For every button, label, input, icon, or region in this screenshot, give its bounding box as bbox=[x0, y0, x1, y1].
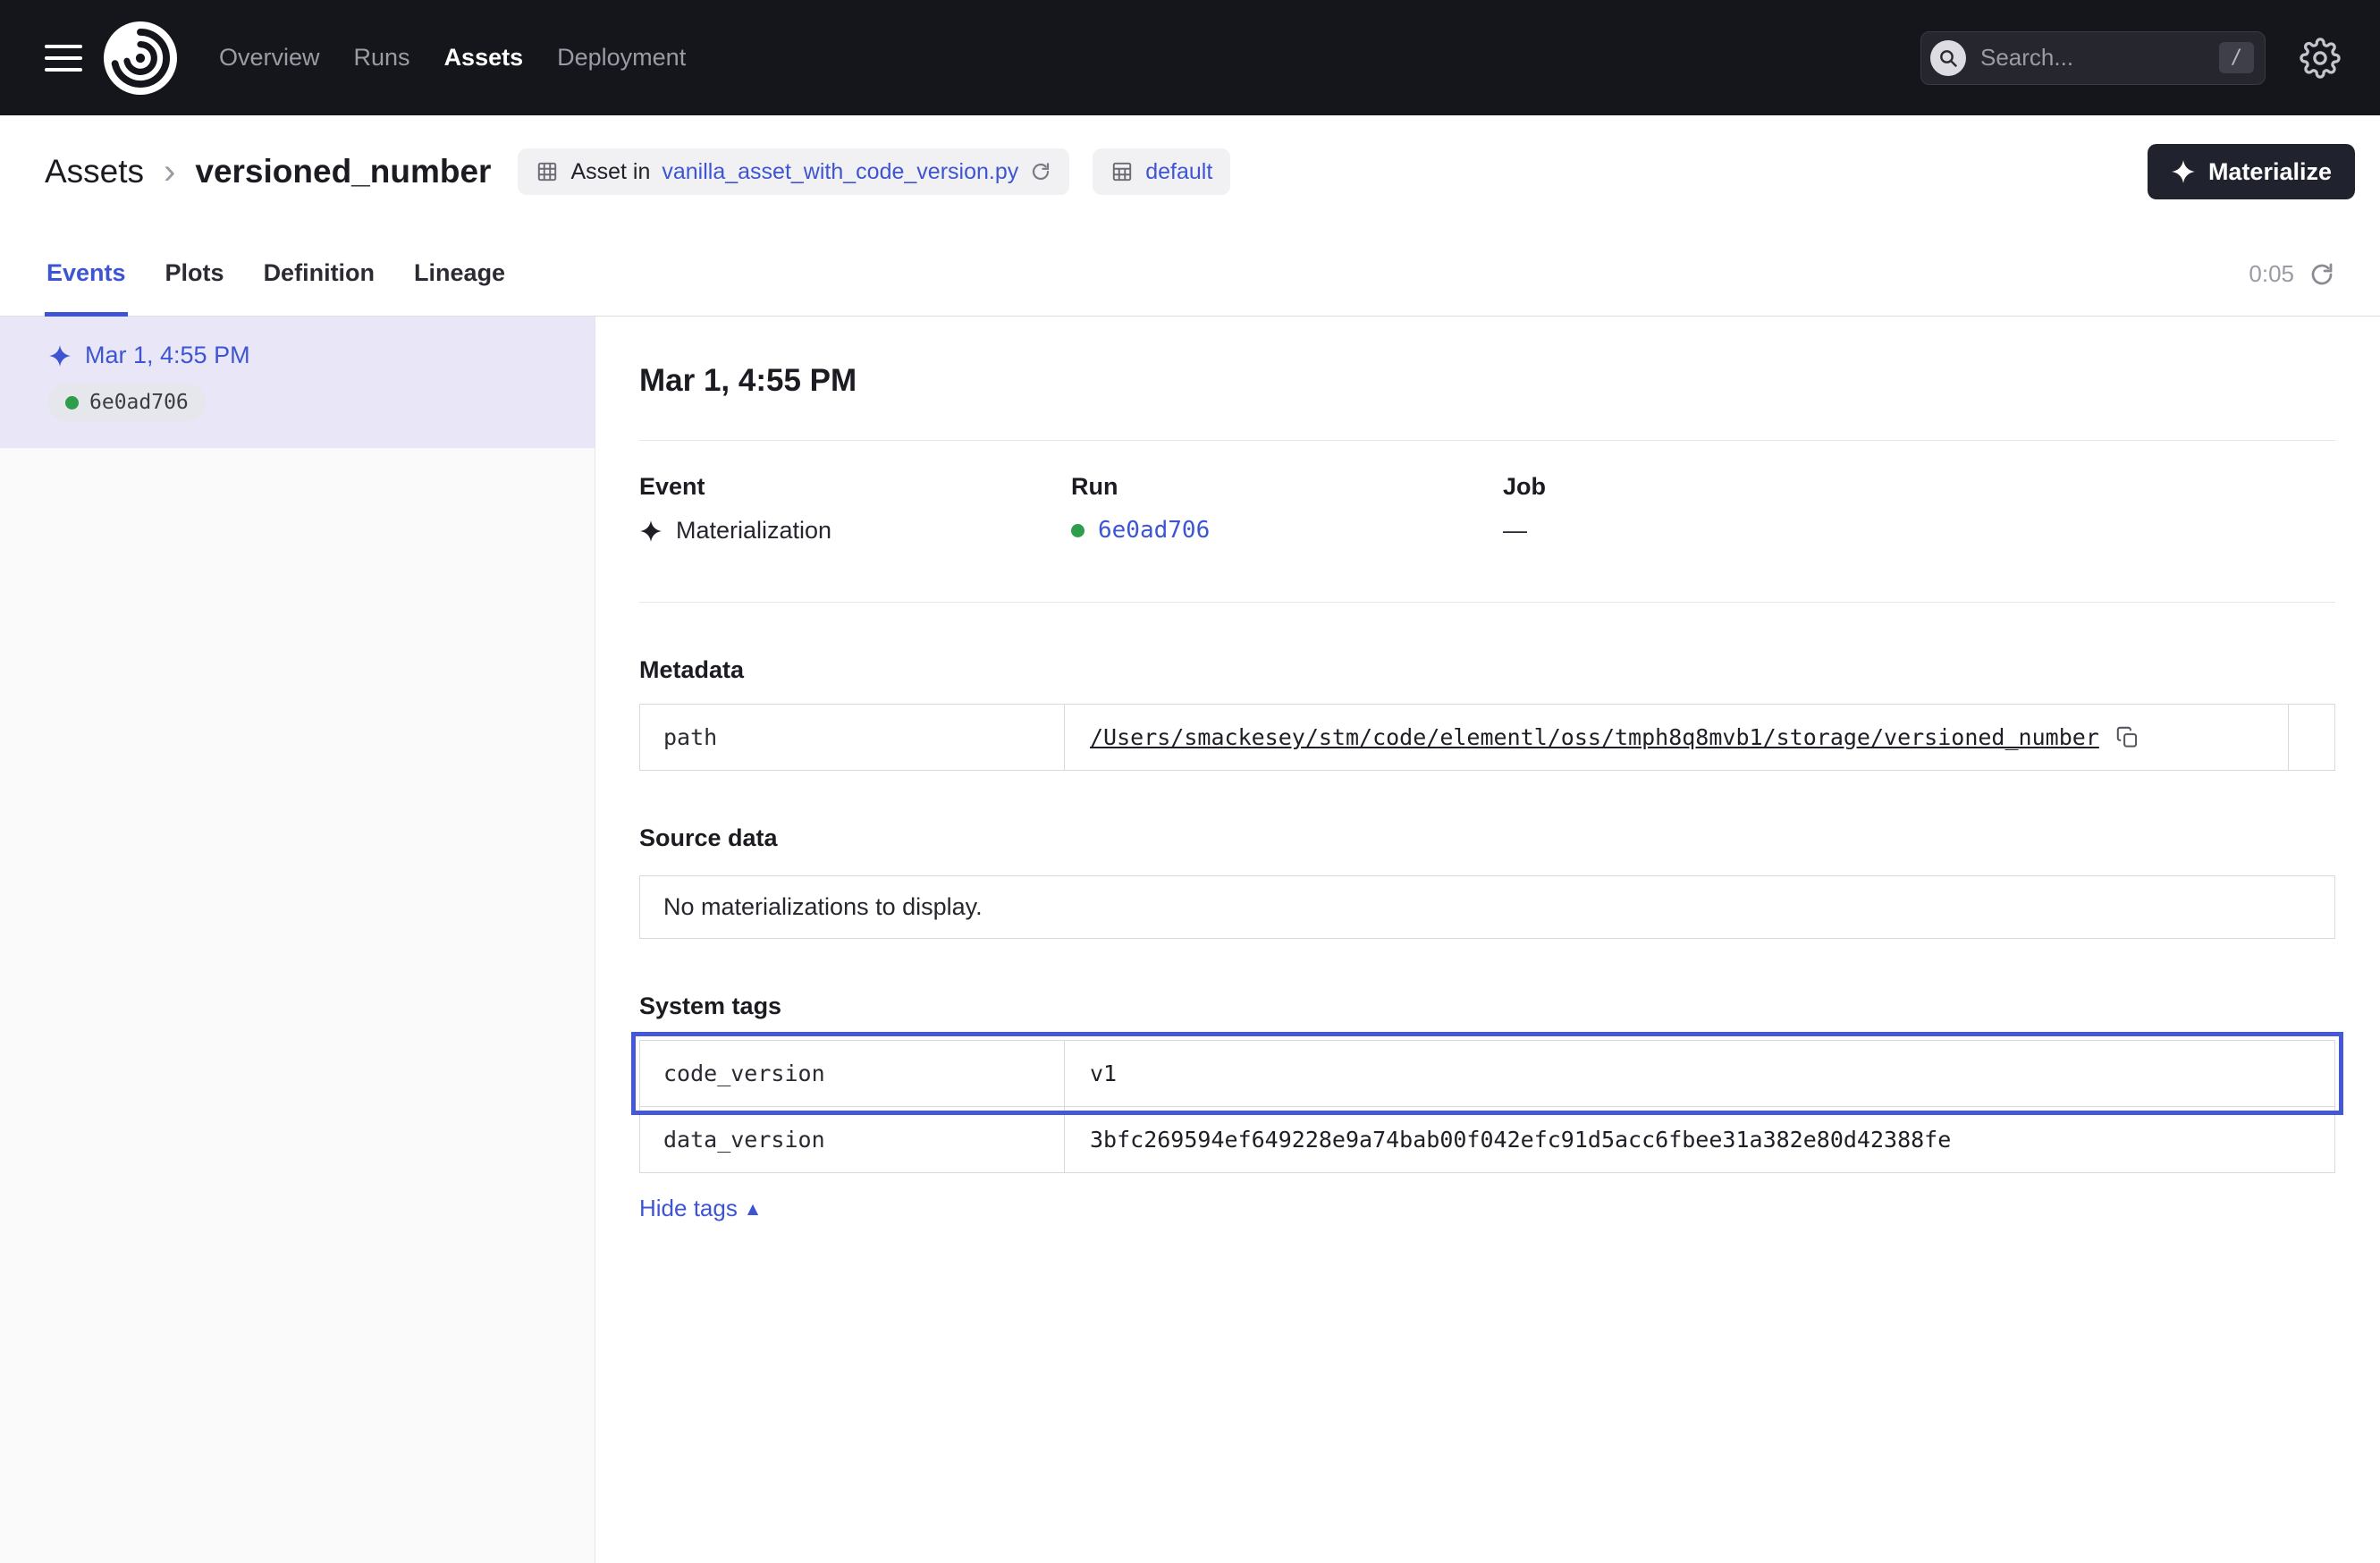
table-icon bbox=[536, 160, 559, 183]
tag-value: 3bfc269594ef649228e9a74bab00f042efc91d5a… bbox=[1065, 1107, 2334, 1172]
event-label: Event bbox=[639, 473, 1071, 501]
search-placeholder: Search... bbox=[1980, 44, 2205, 72]
nav-runs[interactable]: Runs bbox=[352, 38, 412, 77]
copy-icon[interactable] bbox=[2115, 725, 2139, 749]
event-detail-panel: Mar 1, 4:55 PM Event Materialization Run bbox=[595, 317, 2380, 1563]
event-list-item[interactable]: Mar 1, 4:55 PM 6e0ad706 bbox=[0, 317, 595, 448]
tag-key: code_version bbox=[640, 1041, 1065, 1106]
search-icon bbox=[1930, 40, 1966, 76]
tag-row-code-version: code_version v1 bbox=[640, 1041, 2334, 1106]
asset-group-icon bbox=[1110, 160, 1134, 183]
search-input[interactable]: Search... / bbox=[1920, 31, 2266, 85]
nav-deployment[interactable]: Deployment bbox=[555, 38, 688, 77]
page-title: versioned_number bbox=[195, 153, 491, 190]
event-type-value: Materialization bbox=[676, 517, 831, 545]
metadata-heading: Metadata bbox=[639, 656, 2335, 684]
asset-file-link[interactable]: vanilla_asset_with_code_version.py bbox=[662, 159, 1018, 185]
tag-row-data-version: data_version 3bfc269594ef649228e9a74bab0… bbox=[640, 1106, 2334, 1172]
metadata-table: path /Users/smackesey/stm/code/elementl/… bbox=[639, 704, 2335, 771]
event-timestamp: Mar 1, 4:55 PM bbox=[85, 342, 250, 369]
search-shortcut-hint: / bbox=[2219, 42, 2254, 73]
materialization-sparkle-icon bbox=[639, 520, 663, 543]
materialization-sparkle-icon bbox=[48, 344, 72, 368]
job-value: — bbox=[1503, 517, 1527, 545]
dagster-logo[interactable] bbox=[104, 21, 177, 95]
run-label: Run bbox=[1071, 473, 1503, 501]
asset-origin-pill: Asset in vanilla_asset_with_code_version… bbox=[518, 148, 1069, 195]
asset-group-pill: default bbox=[1093, 148, 1230, 195]
asset-origin-prefix: Asset in bbox=[570, 159, 650, 185]
system-tags-heading: System tags bbox=[639, 993, 2335, 1020]
system-tags-table: code_version v1 data_version 3bfc269594e… bbox=[639, 1040, 2335, 1173]
source-data-empty-state: No materializations to display. bbox=[639, 875, 2335, 939]
nav-overview[interactable]: Overview bbox=[217, 38, 322, 77]
hamburger-menu-icon[interactable] bbox=[45, 45, 82, 72]
empty-state-text: No materializations to display. bbox=[663, 893, 983, 920]
materialize-button[interactable]: Materialize bbox=[2148, 144, 2355, 199]
run-id-tag[interactable]: 6e0ad706 bbox=[48, 384, 206, 421]
run-id-link[interactable]: 6e0ad706 bbox=[1098, 517, 1210, 544]
top-navigation-bar: Overview Runs Assets Deployment Search..… bbox=[0, 0, 2380, 115]
events-sidebar: Mar 1, 4:55 PM 6e0ad706 bbox=[0, 317, 595, 1563]
metadata-key: path bbox=[640, 705, 1065, 770]
tab-definition[interactable]: Definition bbox=[262, 259, 376, 317]
hide-tags-link[interactable]: Hide tags ▲ bbox=[639, 1195, 758, 1222]
caret-up-icon: ▲ bbox=[747, 1200, 758, 1217]
asset-tabs: Events Plots Definition Lineage 0:05 bbox=[45, 224, 2335, 317]
refresh-icon[interactable] bbox=[2308, 261, 2335, 288]
hide-tags-label: Hide tags bbox=[639, 1195, 738, 1222]
tab-plots[interactable]: Plots bbox=[164, 259, 226, 317]
settings-gear-icon[interactable] bbox=[2300, 38, 2341, 79]
tab-events[interactable]: Events bbox=[45, 259, 128, 317]
metadata-path-link[interactable]: /Users/smackesey/stm/code/elementl/oss/t… bbox=[1090, 724, 2099, 750]
reload-definitions-icon[interactable] bbox=[1030, 161, 1051, 182]
materialize-label: Materialize bbox=[2208, 158, 2332, 186]
primary-nav: Overview Runs Assets Deployment bbox=[217, 38, 688, 77]
metadata-expand-cell[interactable] bbox=[2288, 705, 2334, 770]
run-status-dot bbox=[1071, 524, 1085, 537]
source-data-heading: Source data bbox=[639, 824, 2335, 852]
sparkle-icon bbox=[2171, 159, 2196, 184]
asset-header: Assets › versioned_number Asset in vanil… bbox=[0, 115, 2380, 317]
breadcrumb-chevron-icon: › bbox=[164, 152, 175, 192]
metadata-row-path: path /Users/smackesey/stm/code/elementl/… bbox=[640, 705, 2334, 770]
run-id-text: 6e0ad706 bbox=[89, 391, 189, 414]
event-title: Mar 1, 4:55 PM bbox=[639, 363, 2335, 399]
run-status-dot bbox=[65, 396, 79, 410]
event-summary: Event Materialization Run 6e0ad706 bbox=[639, 473, 2335, 545]
asset-group-link[interactable]: default bbox=[1145, 159, 1212, 185]
tag-value: v1 bbox=[1065, 1041, 2334, 1106]
job-label: Job bbox=[1503, 473, 1546, 501]
tab-lineage[interactable]: Lineage bbox=[412, 259, 507, 317]
breadcrumb-assets-link[interactable]: Assets bbox=[45, 153, 144, 190]
refresh-countdown: 0:05 bbox=[2249, 260, 2294, 288]
nav-assets[interactable]: Assets bbox=[443, 38, 526, 77]
tag-key: data_version bbox=[640, 1107, 1065, 1172]
